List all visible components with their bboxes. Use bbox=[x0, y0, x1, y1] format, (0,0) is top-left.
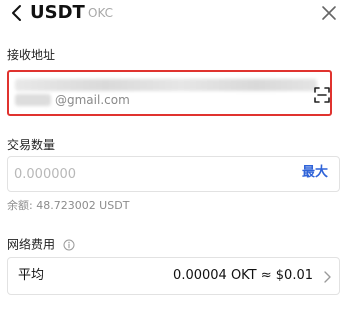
redacted-address-line bbox=[15, 79, 317, 91]
scan-icon[interactable] bbox=[313, 86, 331, 104]
fee-label: 网络费用 bbox=[7, 237, 56, 252]
fee-header: 网络费用 bbox=[7, 234, 75, 252]
amount-label: 交易数量 bbox=[7, 138, 56, 152]
max-button[interactable]: 最大 bbox=[302, 164, 328, 182]
info-icon[interactable] bbox=[63, 239, 75, 251]
address-suffix-text: @gmail.com bbox=[55, 93, 130, 107]
chevron-right-icon bbox=[324, 271, 331, 283]
chevron-left-icon[interactable] bbox=[6, 2, 28, 24]
close-icon[interactable] bbox=[318, 2, 340, 24]
header-bar: USDT OKC bbox=[0, 0, 348, 28]
network-tag: OKC bbox=[88, 6, 114, 20]
fee-speed-label: 平均 bbox=[18, 268, 45, 283]
fee-selector[interactable]: 平均 0.00004 OKT ≈ $0.01 bbox=[7, 257, 340, 295]
amount-field: 最大 bbox=[7, 156, 340, 192]
recipient-address-field[interactable]: @gmail.com bbox=[7, 70, 332, 116]
balance-text: 余额: 48.723002 USDT bbox=[7, 199, 130, 212]
recipient-label: 接收地址 bbox=[7, 48, 56, 62]
page-title: USDT bbox=[30, 2, 85, 23]
fee-value: 0.00004 OKT ≈ $0.01 bbox=[173, 268, 313, 283]
amount-input[interactable] bbox=[14, 165, 274, 183]
redacted-address-prefix bbox=[15, 94, 51, 106]
